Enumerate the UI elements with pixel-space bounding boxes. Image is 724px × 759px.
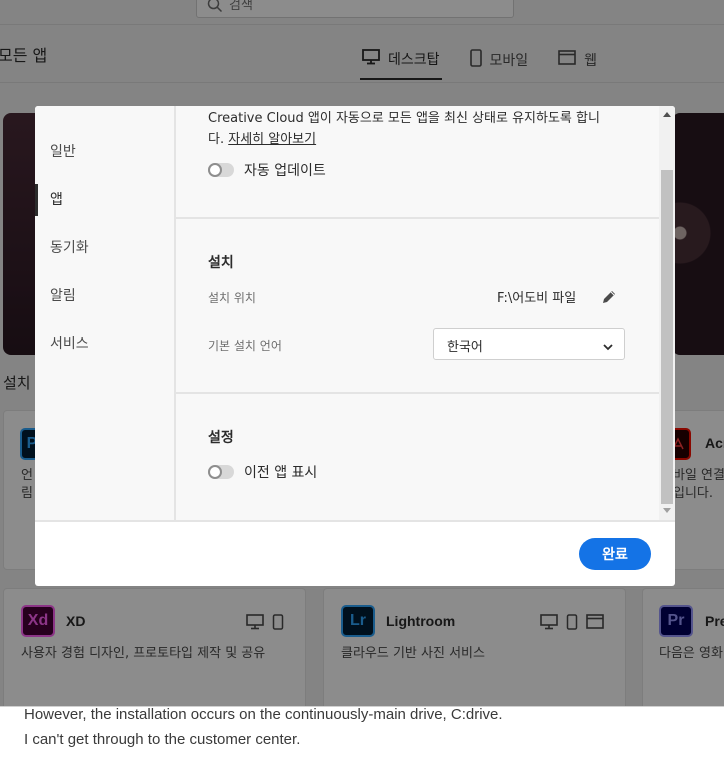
edit-pencil-icon[interactable] xyxy=(600,288,618,310)
post-line-1: However, the installation occurs on the … xyxy=(24,706,503,723)
install-heading: 설치 xyxy=(208,255,234,271)
auto-update-description-line1: Creative Cloud 앱이 자동으로 모든 앱을 최신 상태로 유지하도… xyxy=(208,111,600,126)
nav-item-apps[interactable]: 앱 xyxy=(35,184,176,216)
show-older-apps-label: 이전 앱 표시 xyxy=(244,465,318,481)
chevron-down-icon xyxy=(602,338,614,357)
auto-update-toggle[interactable] xyxy=(208,163,234,177)
preferences-dialog: 일반 앱 동기화 알림 서비스 Creative Cloud 앱이 자동으로 모… xyxy=(35,106,675,586)
post-line-2: I can't get through to the customer cent… xyxy=(24,731,301,748)
show-older-apps-toggle[interactable] xyxy=(208,465,234,479)
scroll-down-arrow-icon[interactable] xyxy=(663,508,671,513)
scroll-up-arrow-icon[interactable] xyxy=(663,112,671,117)
default-language-label: 기본 설치 언어 xyxy=(208,339,282,353)
preferences-content: Creative Cloud 앱이 자동으로 모든 앱을 최신 상태로 유지하도… xyxy=(176,106,659,520)
learn-more-link[interactable]: 자세히 알아보기 xyxy=(228,132,316,147)
nav-item-notifications[interactable]: 알림 xyxy=(35,280,176,312)
content-scrollbar[interactable] xyxy=(659,106,675,520)
section-divider xyxy=(176,217,659,219)
preferences-sidebar: 일반 앱 동기화 알림 서비스 xyxy=(35,106,176,520)
section-divider xyxy=(176,392,659,394)
nav-item-general[interactable]: 일반 xyxy=(35,136,176,168)
nav-item-services[interactable]: 서비스 xyxy=(35,328,176,360)
install-location-label: 설치 위치 xyxy=(208,291,256,305)
settings-heading: 설정 xyxy=(208,430,234,446)
forum-post: However, the installation occurs on the … xyxy=(0,706,724,759)
nav-item-sync[interactable]: 동기화 xyxy=(35,232,176,264)
auto-update-description: Creative Cloud 앱이 자동으로 모든 앱을 최신 상태로 유지하도… xyxy=(208,108,600,150)
default-language-select[interactable]: 한국어 xyxy=(433,328,625,360)
done-button[interactable]: 완료 xyxy=(579,538,651,570)
dialog-footer-divider xyxy=(35,520,675,522)
scrollbar-thumb[interactable] xyxy=(661,170,673,504)
auto-update-label: 자동 업데이트 xyxy=(244,163,326,179)
install-location-value: F:\어도비 파일 xyxy=(497,291,577,306)
screen: 모든 앱 데스크탑 모바일 웹 xyxy=(0,0,724,759)
default-language-value: 한국어 xyxy=(447,340,483,355)
auto-update-description-line2: 다. xyxy=(208,132,229,147)
